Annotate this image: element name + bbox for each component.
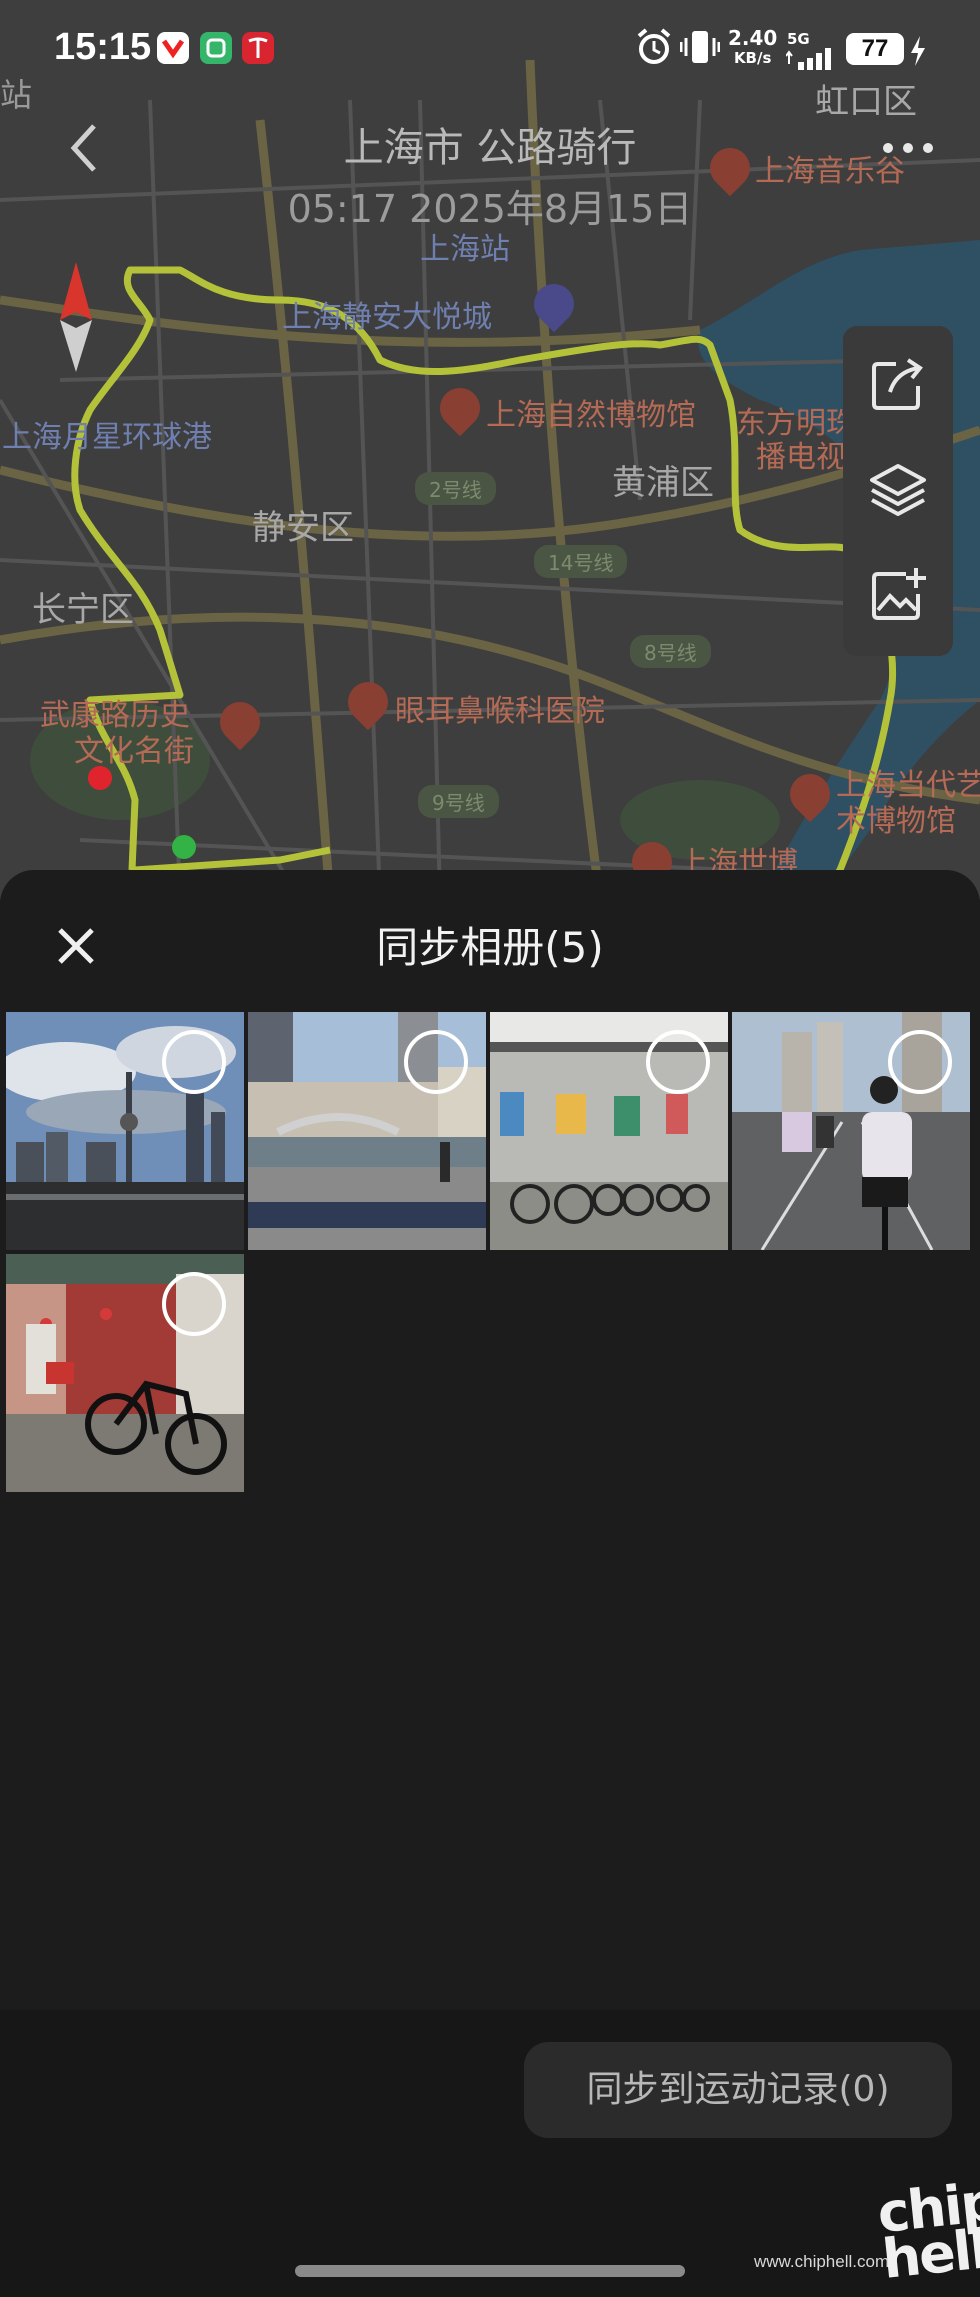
network-speed: 2.40 KB/s	[728, 26, 778, 67]
status-time: 15:15	[54, 26, 152, 68]
more-options-button[interactable]	[880, 128, 936, 168]
map-metro-label: 2号线	[415, 472, 496, 505]
status-bar: 15:15 2.40 KB/s 5G 77	[0, 0, 980, 100]
page-title: 上海市 公路骑行	[343, 125, 637, 171]
map-metro-label: 14号线	[534, 545, 628, 578]
map-label-poi: 上海月星环球港	[2, 420, 212, 455]
map-label-poi: 上海静安大悦城	[282, 300, 492, 335]
wechat-pay-icon	[200, 32, 232, 64]
home-indicator[interactable]	[295, 2265, 685, 2277]
select-checkbox[interactable]	[162, 1272, 226, 1336]
select-checkbox[interactable]	[888, 1030, 952, 1094]
page-subtitle: 05:17 2025年8月15日	[287, 187, 693, 231]
sheet-title: 同步相册(5)	[376, 923, 604, 972]
app-notification-icon	[157, 32, 189, 64]
tesla-icon	[242, 32, 274, 64]
select-checkbox[interactable]	[162, 1030, 226, 1094]
vibrate-icon	[680, 31, 720, 63]
photo-thumbnail[interactable]	[490, 1012, 728, 1250]
map-label-district: 静安区	[252, 508, 354, 548]
map-label-district: 长宁区	[32, 590, 134, 630]
map-metro-label: 8号线	[630, 635, 711, 668]
photo-thumbnail[interactable]	[248, 1012, 486, 1250]
signal-strength-icon	[786, 48, 831, 70]
compass-icon[interactable]	[56, 262, 96, 372]
sync-to-activity-button[interactable]: 同步到运动记录(0)	[524, 2042, 952, 2138]
sync-album-sheet: 同步相册(5) 同步到运动记录(0)	[0, 870, 980, 2297]
battery-level: 77	[846, 33, 904, 65]
map-label-poi: 上海自然博物馆	[486, 398, 696, 433]
chiphell-logo: chip hell	[874, 2170, 980, 2291]
map-layers-button[interactable]	[868, 460, 928, 520]
photo-thumbnail[interactable]	[732, 1012, 970, 1250]
photo-thumbnail[interactable]	[6, 1254, 244, 1492]
map-label-district: 黄浦区	[612, 463, 714, 503]
map-label-poi: 术博物馆	[836, 804, 956, 839]
network-type: 5G	[787, 30, 810, 48]
watermark-url: www.chiphell.com	[754, 2252, 890, 2271]
share-button[interactable]	[868, 354, 928, 414]
add-photo-button[interactable]	[868, 566, 928, 626]
map-toolbar	[843, 326, 953, 656]
select-checkbox[interactable]	[404, 1030, 468, 1094]
map-label-poi: 眼耳鼻喉科医院	[395, 694, 605, 729]
select-checkbox[interactable]	[646, 1030, 710, 1094]
alarm-icon	[637, 28, 671, 64]
charging-icon	[911, 36, 925, 66]
map-label-poi: 文化名街	[74, 734, 194, 769]
photo-thumbnail[interactable]	[6, 1012, 244, 1250]
map-metro-label: 9号线	[418, 785, 499, 818]
